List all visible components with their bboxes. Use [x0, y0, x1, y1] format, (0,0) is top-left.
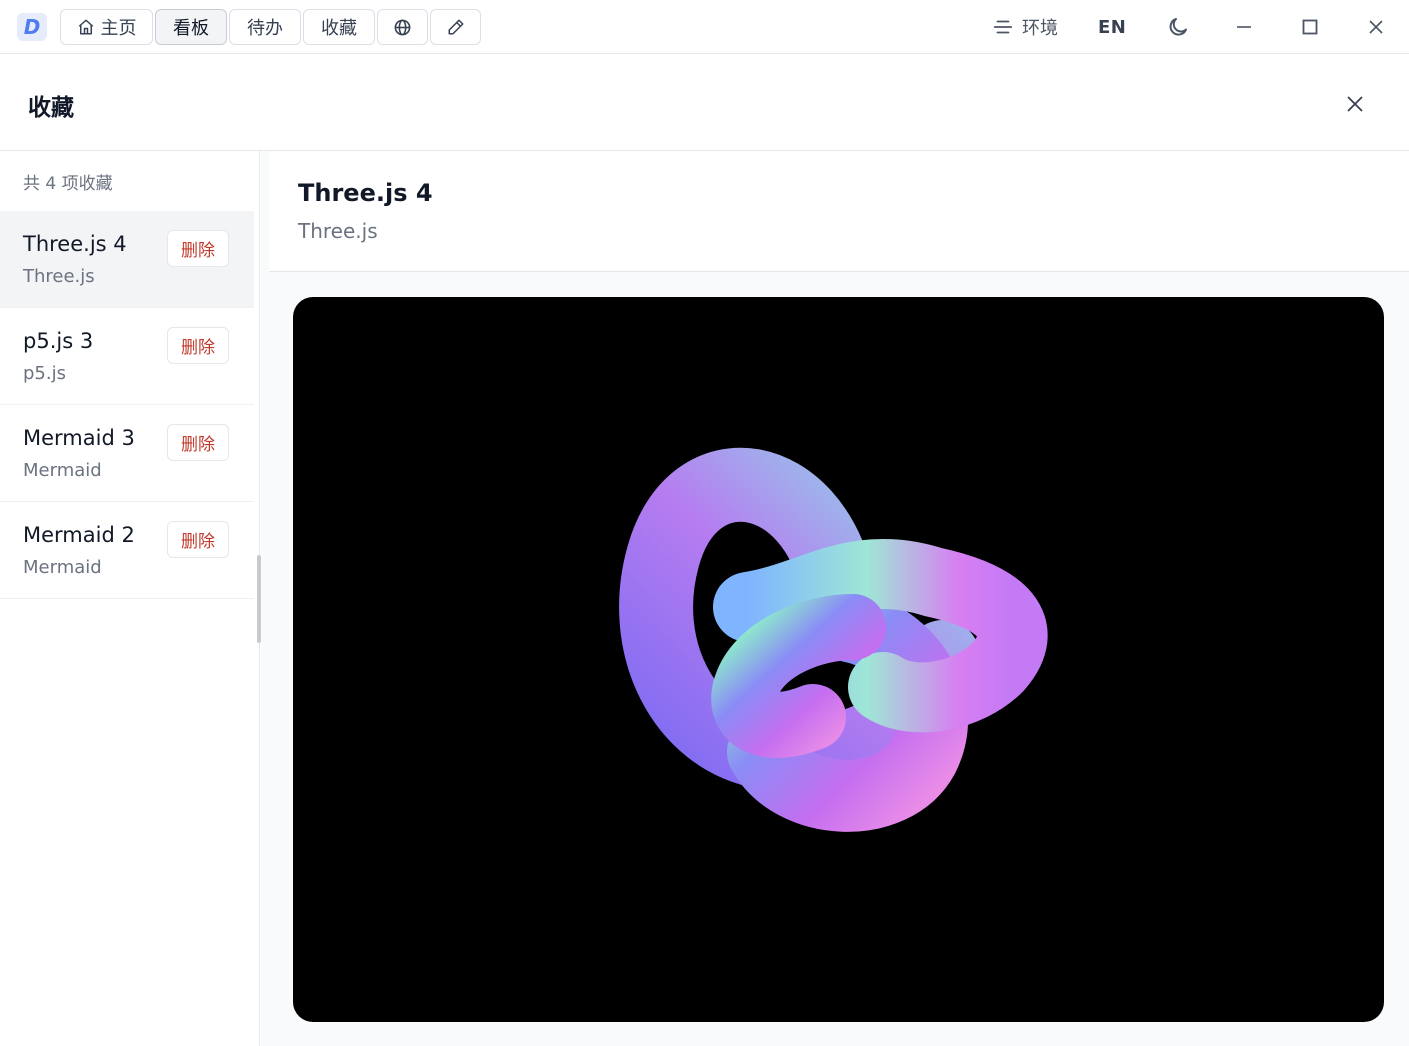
favorites-list: Three.js 4 Three.js 删除 p5.js 3 p5.js 删除 … — [0, 211, 254, 599]
favorite-detail: Three.js 4 Three.js — [261, 151, 1409, 1046]
detail-subtitle: Three.js — [298, 219, 378, 243]
detail-header: Three.js 4 Three.js — [269, 151, 1409, 272]
pencil-icon — [448, 19, 463, 35]
nav-home-label: 主页 — [100, 18, 137, 39]
favorite-name: Mermaid 2 — [23, 523, 135, 547]
delete-button[interactable]: 删除 — [167, 327, 229, 364]
environment-icon — [993, 20, 1013, 34]
close-icon — [1347, 96, 1363, 112]
favorite-name: Mermaid 3 — [23, 426, 135, 450]
favorite-name: Three.js 4 — [23, 232, 127, 256]
nav-board-label: 看板 — [173, 18, 209, 39]
favorite-type: Three.js — [23, 266, 95, 287]
delete-button[interactable]: 删除 — [167, 521, 229, 558]
favorites-sidebar: 共 4 项收藏 Three.js 4 Three.js 删除 p5.js 3 p… — [0, 151, 260, 1046]
minimize-icon — [1237, 26, 1251, 28]
detail-title: Three.js 4 — [298, 179, 433, 207]
favorites-count: 共 4 项收藏 — [23, 174, 113, 194]
app-logo-letter: D — [23, 15, 41, 39]
list-item[interactable]: Mermaid 3 Mermaid 删除 — [0, 405, 254, 502]
delete-button[interactable]: 删除 — [167, 424, 229, 461]
environment-button[interactable]: 环境 — [992, 0, 1058, 54]
favorite-type: Mermaid — [23, 460, 102, 481]
nav-edit-button[interactable] — [430, 9, 481, 45]
app-logo: D — [17, 13, 47, 41]
panel-close-button[interactable] — [1341, 90, 1369, 118]
nav-board-button[interactable]: 看板 — [155, 9, 227, 45]
nav-favorites-button[interactable]: 收藏 — [303, 9, 375, 45]
nav-globe-button[interactable] — [377, 9, 428, 45]
nav-favorites-label: 收藏 — [321, 18, 357, 39]
favorites-panel-header: 收藏 — [0, 54, 1409, 151]
language-toggle[interactable]: EN — [1098, 0, 1126, 54]
environment-label: 环境 — [1022, 18, 1058, 39]
list-item[interactable]: Three.js 4 Three.js 删除 — [0, 211, 254, 308]
nav-home-button[interactable]: 主页 — [60, 9, 153, 45]
close-icon — [1369, 20, 1383, 34]
globe-icon — [394, 19, 411, 35]
list-item[interactable]: p5.js 3 p5.js 删除 — [0, 308, 254, 405]
torus-knot-render — [619, 447, 1048, 832]
language-label: EN — [1098, 16, 1127, 38]
panel-title: 收藏 — [28, 95, 74, 121]
favorite-type: p5.js — [23, 363, 66, 384]
window-close-button[interactable] — [1367, 0, 1385, 54]
maximize-button[interactable] — [1301, 0, 1319, 54]
preview-canvas[interactable] — [293, 297, 1384, 1022]
favorite-name: p5.js 3 — [23, 329, 94, 353]
nav-todo-button[interactable]: 待办 — [229, 9, 301, 45]
favorite-type: Mermaid — [23, 557, 102, 578]
list-item[interactable]: Mermaid 2 Mermaid 删除 — [0, 502, 254, 599]
maximize-icon — [1302, 19, 1318, 35]
home-icon — [78, 19, 93, 35]
minimize-button[interactable] — [1235, 0, 1253, 54]
theme-toggle[interactable] — [1166, 0, 1190, 54]
title-bar: D 主页 看板 待办 收藏 环境 EN — [0, 0, 1409, 54]
delete-button[interactable]: 删除 — [167, 230, 229, 267]
moon-icon — [1169, 18, 1187, 36]
nav-todo-label: 待办 — [247, 18, 283, 39]
